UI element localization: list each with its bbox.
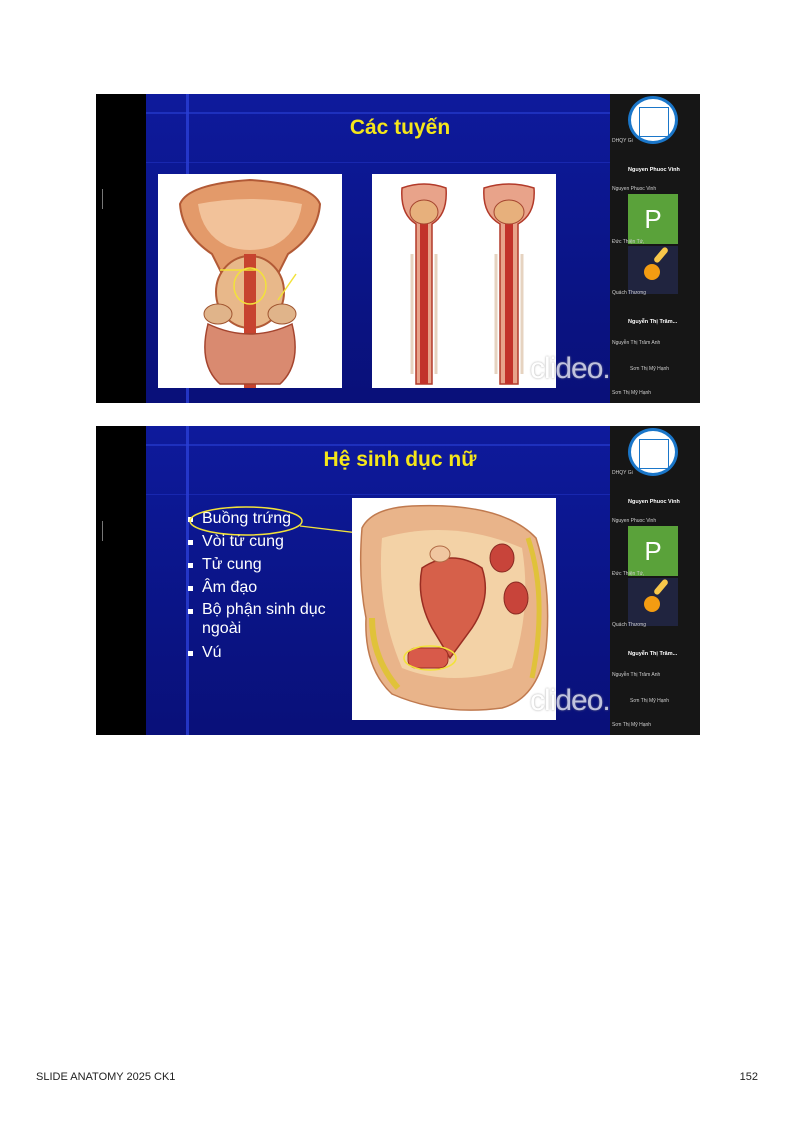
university-logo-icon: [628, 428, 678, 476]
participant-avatar[interactable]: P: [628, 526, 678, 576]
slide-title: Các tuyến: [349, 116, 451, 139]
participants-panel: DHQY Gi Nguyen Phuoc Vinh Nguyen Phuoc V…: [610, 426, 700, 735]
meteor-avatar-icon[interactable]: [628, 578, 678, 626]
participant-name[interactable]: Nguyễn Thị Trâm...: [628, 319, 677, 325]
page-number: 152: [739, 1071, 758, 1083]
participant-name[interactable]: Nguyễn Thị Trâm...: [628, 651, 677, 657]
participants-panel: DHQY Gi Nguyen Phuoc Vinh Nguyen Phuoc V…: [610, 94, 700, 403]
sidebar-glyph: [102, 521, 109, 541]
participant-name[interactable]: Sơn Thị Mỹ Hạnh: [612, 722, 651, 728]
document-footer-title: SLIDE ANATOMY 2025 CK1: [36, 1071, 176, 1083]
pelvis-drawing: [352, 498, 556, 720]
participant-name[interactable]: Nguyễn Thị Trâm Anh: [612, 340, 660, 346]
participant-name[interactable]: Nguyen Phuoc Vinh: [628, 499, 680, 505]
participant-name[interactable]: Sơn Thị Mỹ Hạnh: [630, 366, 669, 372]
participant-name[interactable]: Sơn Thị Mỹ Hạnh: [612, 390, 651, 396]
urethra-drawing: [372, 174, 556, 388]
female-reproductive-illustration: [352, 498, 556, 720]
prostate-drawing: [158, 174, 342, 388]
sidebar-glyph: [102, 189, 109, 209]
participant-name[interactable]: Nguyen Phuoc Vinh: [612, 186, 656, 192]
participant-avatar[interactable]: P: [628, 194, 678, 244]
participant-name[interactable]: Quách Thương: [612, 622, 646, 628]
participant-name[interactable]: Đức Thiện Tứ,: [612, 571, 644, 577]
participant-name[interactable]: Quách Thương: [612, 290, 646, 296]
video-frame-1: Các tuyến clideo.com DHQY Gi Nguyen Phuo…: [96, 94, 700, 403]
university-logo-icon: [628, 96, 678, 144]
meteor-avatar-icon[interactable]: [628, 246, 678, 294]
participant-name[interactable]: Nguyen Phuoc Vinh: [612, 518, 656, 524]
participant-name[interactable]: Sơn Thị Mỹ Hạnh: [630, 698, 669, 704]
participant-name[interactable]: Nguyen Phuoc Vinh: [628, 167, 680, 173]
video-frame-2: Hệ sinh dục nữ Buồng trứng Vòi tử cung T…: [96, 426, 700, 735]
urethra-illustration: [372, 174, 556, 388]
prostate-illustration: [158, 174, 342, 388]
participant-name[interactable]: Nguyễn Thị Trâm Anh: [612, 672, 660, 678]
logo-caption: DHQY Gi: [612, 470, 633, 476]
participant-name[interactable]: Đức Thiện Tứ,: [612, 239, 644, 245]
logo-caption: DHQY Gi: [612, 138, 633, 144]
